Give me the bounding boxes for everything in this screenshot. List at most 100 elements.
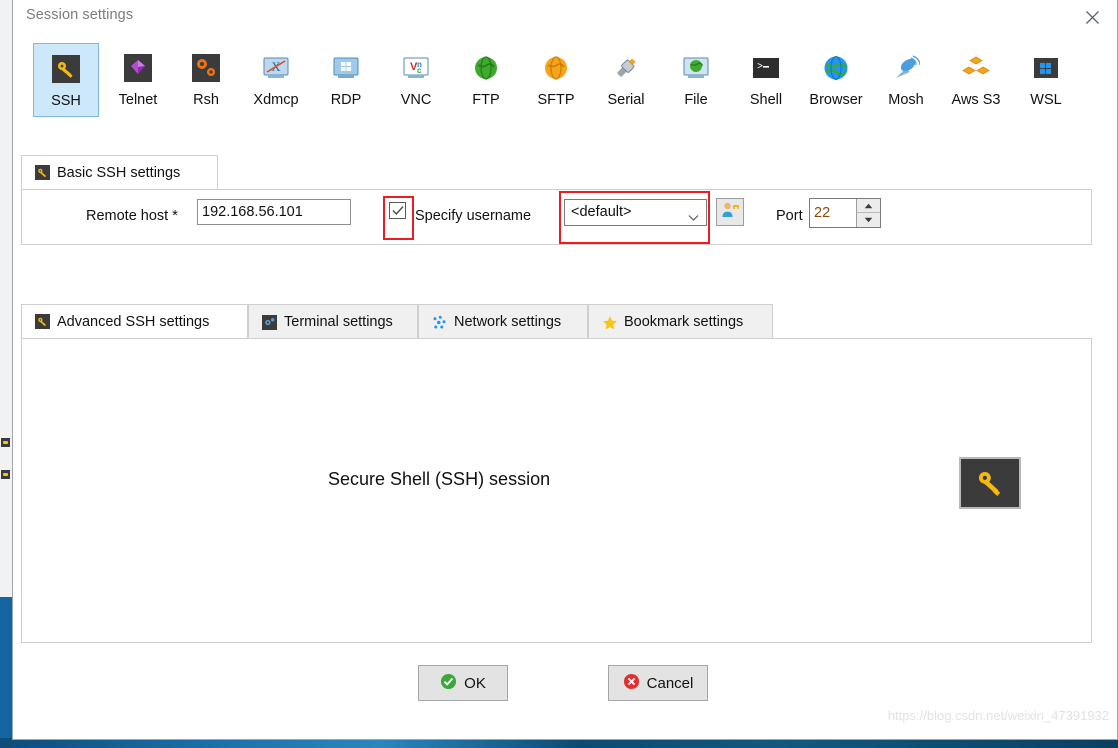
remote-host-input[interactable] bbox=[197, 199, 351, 225]
port-increment-button[interactable] bbox=[856, 199, 880, 213]
basic-tabstrip: Basic SSH settings bbox=[21, 155, 1092, 190]
tab-label: Terminal settings bbox=[284, 314, 393, 330]
tab-advanced-ssh-settings[interactable]: Advanced SSH settings bbox=[21, 304, 248, 339]
advanced-tabstrip: Advanced SSH settings Terminal settings … bbox=[21, 304, 1092, 339]
session-type-vnc[interactable]: Vnc VNC bbox=[383, 43, 449, 117]
advanced-ssh-panel: Secure Shell (SSH) session bbox=[21, 338, 1092, 643]
session-type-label: SFTP bbox=[537, 92, 575, 108]
session-type-ssh[interactable]: SSH bbox=[33, 43, 99, 117]
user-browse-button[interactable] bbox=[716, 198, 744, 226]
tab-network-settings[interactable]: Network settings bbox=[418, 304, 588, 339]
port-input[interactable] bbox=[810, 199, 856, 227]
session-type-xdmcp[interactable]: X Xdmcp bbox=[243, 43, 309, 117]
file-monitor-icon bbox=[682, 54, 710, 82]
port-label: Port bbox=[776, 208, 803, 224]
session-type-browser[interactable]: Browser bbox=[803, 43, 869, 117]
close-icon[interactable] bbox=[1077, 4, 1107, 30]
sftp-globe-icon bbox=[542, 54, 570, 82]
session-description: Secure Shell (SSH) session bbox=[328, 469, 551, 489]
session-type-telnet[interactable]: Telnet bbox=[105, 43, 171, 117]
caret-up-icon bbox=[864, 203, 873, 208]
cancel-button-label: Cancel bbox=[646, 674, 694, 692]
session-type-label: RDP bbox=[330, 92, 362, 108]
aws-s3-cubes-icon bbox=[962, 54, 990, 82]
chevron-down-icon bbox=[688, 209, 699, 227]
session-type-label: Browser bbox=[809, 92, 863, 108]
star-icon bbox=[602, 315, 617, 330]
session-type-label: Xdmcp bbox=[253, 92, 299, 108]
port-stepper bbox=[809, 198, 881, 228]
username-select[interactable]: <default> bbox=[564, 199, 707, 226]
ok-button[interactable]: OK bbox=[418, 665, 508, 701]
session-type-label: FTP bbox=[472, 92, 500, 108]
session-type-label: SSH bbox=[51, 93, 81, 109]
svg-text:c: c bbox=[417, 66, 422, 75]
session-type-label: Shell bbox=[749, 92, 783, 108]
vnc-monitor-icon: Vnc bbox=[402, 54, 430, 82]
ssh-key-icon bbox=[959, 457, 1021, 509]
wsl-windows-icon bbox=[1032, 54, 1060, 82]
dialog-button-row: OK Cancel bbox=[13, 665, 1117, 701]
basic-ssh-panel: Remote host * Specify username <default> bbox=[21, 189, 1092, 245]
tab-label: Network settings bbox=[454, 314, 562, 330]
tab-label: Basic SSH settings bbox=[57, 164, 181, 181]
specify-username-label: Specify username bbox=[415, 208, 532, 224]
session-type-wsl[interactable]: WSL bbox=[1013, 43, 1079, 117]
background-blue-panel bbox=[0, 597, 12, 748]
session-type-mosh[interactable]: Mosh bbox=[873, 43, 939, 117]
x-circle-icon bbox=[623, 673, 640, 694]
caret-down-icon bbox=[864, 217, 873, 223]
ssh-key-icon bbox=[35, 314, 50, 329]
session-type-label: WSL bbox=[1030, 92, 1062, 108]
session-type-rsh[interactable]: Rsh bbox=[173, 43, 239, 117]
ssh-key-icon bbox=[35, 165, 50, 180]
ssh-key-icon bbox=[52, 55, 80, 83]
session-settings-dialog: Session settings SSH Telnet Rsh Xdmcp RD… bbox=[12, 0, 1118, 740]
tab-label: Bookmark settings bbox=[624, 314, 744, 330]
watermark-text: https://blog.csdn.net/weixin_47391932 bbox=[887, 708, 1109, 723]
ok-button-label: OK bbox=[464, 674, 486, 692]
serial-plug-icon bbox=[612, 54, 640, 82]
session-type-aws-s3[interactable]: Aws S3 bbox=[943, 43, 1009, 117]
session-type-label: Serial bbox=[607, 92, 645, 108]
basic-ssh-group: Basic SSH settings Remote host * Specify… bbox=[21, 155, 1092, 247]
session-type-toolbar: SSH Telnet Rsh X Xdmcp RDP bbox=[13, 33, 1117, 125]
cancel-button[interactable]: Cancel bbox=[608, 665, 708, 701]
session-type-shell[interactable]: > Shell bbox=[733, 43, 799, 117]
dialog-titlebar: Session settings bbox=[13, 0, 1117, 34]
session-type-label: Mosh bbox=[888, 92, 924, 108]
port-decrement-button[interactable] bbox=[856, 213, 880, 227]
network-dots-icon bbox=[432, 315, 447, 330]
xdmcp-monitor-icon: X bbox=[262, 54, 290, 82]
advanced-settings-group: Advanced SSH settings Terminal settings … bbox=[21, 304, 1092, 644]
background-key-icon bbox=[1, 470, 10, 479]
session-type-label: File bbox=[684, 92, 708, 108]
browser-globe-icon bbox=[822, 54, 850, 82]
session-type-ftp[interactable]: FTP bbox=[453, 43, 519, 117]
session-type-sftp[interactable]: SFTP bbox=[523, 43, 589, 117]
rdp-monitor-icon bbox=[332, 54, 360, 82]
mosh-dish-icon bbox=[892, 54, 921, 82]
remote-host-label: Remote host * bbox=[86, 208, 178, 224]
page-title: Session settings bbox=[26, 7, 134, 23]
specify-username-checkbox-wrap bbox=[389, 202, 409, 222]
session-type-label: Aws S3 bbox=[951, 92, 1001, 108]
background-key-icon bbox=[1, 438, 10, 447]
session-type-file[interactable]: File bbox=[663, 43, 729, 117]
terminal-gear-icon bbox=[262, 314, 277, 330]
telnet-gem-icon bbox=[124, 54, 152, 82]
session-type-label: Rsh bbox=[193, 92, 219, 108]
specify-username-checkbox[interactable] bbox=[389, 202, 406, 219]
tab-bookmark-settings[interactable]: Bookmark settings bbox=[588, 304, 773, 339]
tab-terminal-settings[interactable]: Terminal settings bbox=[248, 304, 418, 339]
ftp-globe-icon bbox=[472, 54, 500, 82]
tab-label: Advanced SSH settings bbox=[57, 313, 210, 330]
rsh-gears-icon bbox=[192, 54, 220, 82]
shell-terminal-icon: > bbox=[752, 54, 780, 82]
tab-basic-ssh-settings[interactable]: Basic SSH settings bbox=[21, 155, 218, 190]
check-icon bbox=[391, 206, 404, 216]
session-type-rdp[interactable]: RDP bbox=[313, 43, 379, 117]
session-type-label: Telnet bbox=[118, 92, 158, 108]
session-type-serial[interactable]: Serial bbox=[593, 43, 659, 117]
session-type-label: VNC bbox=[400, 92, 432, 108]
